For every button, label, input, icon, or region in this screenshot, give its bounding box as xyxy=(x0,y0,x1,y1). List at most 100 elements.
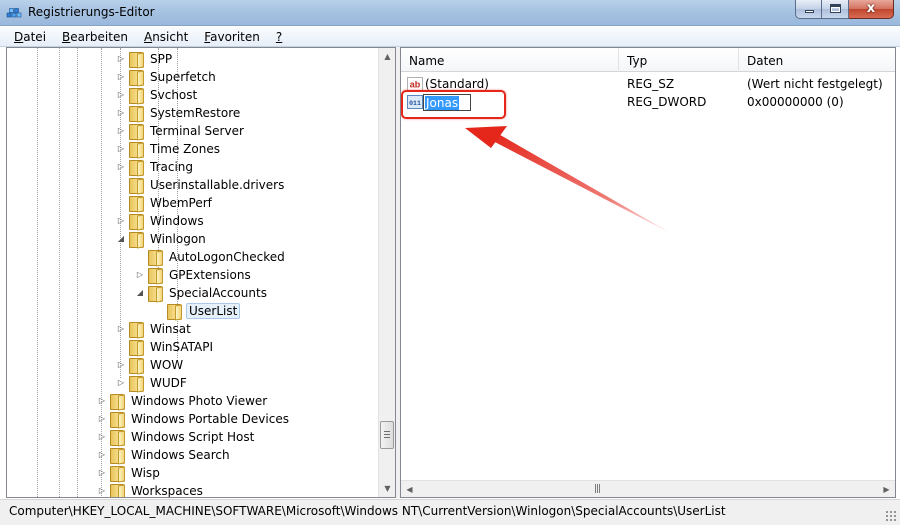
expand-arrow-icon[interactable]: ▷ xyxy=(116,158,126,176)
tree-item[interactable]: ▷ Windows Script Host xyxy=(97,428,256,446)
scroll-grip-icon[interactable]: ||| xyxy=(594,484,601,494)
folder-icon xyxy=(166,304,182,320)
expand-arrow-icon[interactable]: ▷ xyxy=(116,320,126,338)
folder-icon xyxy=(147,286,163,302)
minimize-button[interactable] xyxy=(795,0,822,19)
menu-help[interactable]: ? xyxy=(268,30,290,44)
registry-path: Computer\HKEY_LOCAL_MACHINE\SOFTWARE\Mic… xyxy=(9,504,726,518)
expand-arrow-icon[interactable]: ▷ xyxy=(116,140,126,158)
scroll-down-arrow-icon[interactable]: ▼ xyxy=(379,480,395,497)
tree-item[interactable]: ▷ SystemRestore xyxy=(116,104,242,122)
menu-bearbeiten[interactable]: Bearbeiten xyxy=(54,30,136,44)
registry-editor-icon xyxy=(6,8,22,18)
collapse-arrow-icon[interactable]: ◢ xyxy=(116,230,126,248)
tree-item[interactable]: ▷ Windows Portable Devices xyxy=(97,410,291,428)
tree-item-label: Windows Photo Viewer xyxy=(131,394,268,408)
tree-item[interactable]: ◢ Winlogon xyxy=(116,230,208,248)
tree-item[interactable]: ▷ GPExtensions xyxy=(135,266,253,284)
expand-arrow-icon[interactable]: ▷ xyxy=(116,374,126,392)
column-header-data[interactable]: Daten xyxy=(739,48,895,72)
resize-grip-icon[interactable] xyxy=(885,510,897,522)
expand-arrow-icon[interactable]: ▷ xyxy=(97,446,107,464)
tree-item[interactable]: ▷ Wisp xyxy=(97,464,162,482)
tree-item-label: Windows Script Host xyxy=(131,430,255,444)
tree-item[interactable]: ▷ Windows xyxy=(116,212,206,230)
folder-icon xyxy=(109,430,125,446)
expand-arrow-icon[interactable]: ▷ xyxy=(135,266,145,284)
tree-item[interactable]: ▷ Terminal Server xyxy=(116,122,246,140)
expand-arrow-icon[interactable]: ▷ xyxy=(116,212,126,230)
tree-guide-line xyxy=(77,48,78,497)
expand-arrow-icon[interactable]: ▷ xyxy=(97,482,107,497)
folder-icon xyxy=(109,412,125,428)
tree-item[interactable]: AutoLogonChecked xyxy=(135,248,287,266)
tree-item[interactable]: ▷ Windows Photo Viewer xyxy=(97,392,269,410)
registry-tree[interactable]: ▷ SPP ▷ Superfetch ▷ Svchost ▷ SystemRestore ▷ Te… xyxy=(6,47,396,498)
folder-icon xyxy=(109,394,125,410)
tree-item[interactable]: ▷ Superfetch xyxy=(116,68,218,86)
folder-icon xyxy=(128,358,144,374)
expand-arrow-icon[interactable]: ▷ xyxy=(116,356,126,374)
expand-arrow-icon[interactable]: ▷ xyxy=(97,428,107,446)
tree-item[interactable]: ◢ SpecialAccounts xyxy=(135,284,269,302)
expand-arrow-icon[interactable]: ▷ xyxy=(97,410,107,428)
menu-favoriten[interactable]: Favoriten xyxy=(196,30,268,44)
column-header-name[interactable]: Name xyxy=(401,48,619,72)
expand-arrow-icon[interactable]: ▷ xyxy=(116,50,126,68)
scroll-right-arrow-icon[interactable]: ▶ xyxy=(878,481,895,497)
tree-item[interactable]: WinSATAPI xyxy=(116,338,215,356)
list-horizontal-scrollbar[interactable]: ◀ ||| ▶ xyxy=(401,480,895,497)
collapse-arrow-icon[interactable]: ◢ xyxy=(135,284,145,302)
svg-text:ab: ab xyxy=(410,80,421,90)
folder-icon xyxy=(128,178,144,194)
tree-item[interactable]: Userinstallable.drivers xyxy=(116,176,286,194)
tree-item[interactable]: WbemPerf xyxy=(116,194,214,212)
tree-item[interactable]: ▷ Workspaces xyxy=(97,482,205,497)
tree-item-label: Wisp xyxy=(131,466,160,480)
tree-item[interactable]: ▷ Tracing xyxy=(116,158,195,176)
tree-item-label: GPExtensions xyxy=(169,268,251,282)
value-type: REG_DWORD xyxy=(627,95,707,109)
tree-item-label: SystemRestore xyxy=(150,106,241,120)
tree-item-label: Windows Portable Devices xyxy=(131,412,289,426)
tree-item[interactable]: ▷ Windows Search xyxy=(97,446,232,464)
tree-item[interactable]: ▷ SPP xyxy=(116,50,174,68)
menu-datei[interactable]: Datei xyxy=(6,30,54,44)
grip-line xyxy=(384,437,390,438)
expand-arrow-icon[interactable]: ▷ xyxy=(97,464,107,482)
expand-arrow-icon[interactable]: ▷ xyxy=(116,86,126,104)
status-bar: Computer\HKEY_LOCAL_MACHINE\SOFTWARE\Mic… xyxy=(0,499,900,525)
tree-item-label: SPP xyxy=(150,52,173,66)
tree-item-label: Time Zones xyxy=(150,142,220,156)
expand-arrow-icon[interactable]: ▷ xyxy=(116,68,126,86)
tree-item[interactable]: ▷ WOW xyxy=(116,356,185,374)
tree-vertical-scrollbar[interactable]: ▲ ▼ xyxy=(378,48,395,497)
values-list[interactable]: Name Typ Daten ab (Standard) REG_SZ (Wer… xyxy=(400,47,896,498)
folder-icon xyxy=(128,232,144,248)
scroll-left-arrow-icon[interactable]: ◀ xyxy=(401,481,418,497)
menu-accelerator: D xyxy=(14,29,24,44)
tree-item-label: Userinstallable.drivers xyxy=(150,178,285,192)
tree-scroll-thumb[interactable] xyxy=(380,421,394,449)
maximize-button[interactable] xyxy=(822,0,849,19)
column-header-type[interactable]: Typ xyxy=(619,48,739,72)
grip-line xyxy=(384,434,390,435)
close-button[interactable]: x xyxy=(849,0,894,19)
expand-arrow-icon[interactable]: ▷ xyxy=(116,104,126,122)
tree-item[interactable]: ▷ Svchost xyxy=(116,86,199,104)
tree-item[interactable]: UserList xyxy=(154,302,241,320)
menu-ansicht[interactable]: Ansicht xyxy=(136,30,196,44)
no-expander xyxy=(154,302,164,320)
expand-arrow-icon[interactable]: ▷ xyxy=(97,392,107,410)
tree-item-label: Winlogon xyxy=(150,232,206,246)
scroll-up-arrow-icon[interactable]: ▲ xyxy=(379,48,395,65)
tree-item[interactable]: ▷ Winsat xyxy=(116,320,193,338)
expand-arrow-icon[interactable]: ▷ xyxy=(116,122,126,140)
tree-item[interactable]: ▷ Time Zones xyxy=(116,140,222,158)
folder-icon xyxy=(128,214,144,230)
tree-item[interactable]: ▷ WUDF xyxy=(116,374,189,392)
grip-line xyxy=(384,431,390,432)
folder-icon xyxy=(109,466,125,482)
folder-icon xyxy=(128,88,144,104)
value-type: REG_SZ xyxy=(627,77,675,91)
